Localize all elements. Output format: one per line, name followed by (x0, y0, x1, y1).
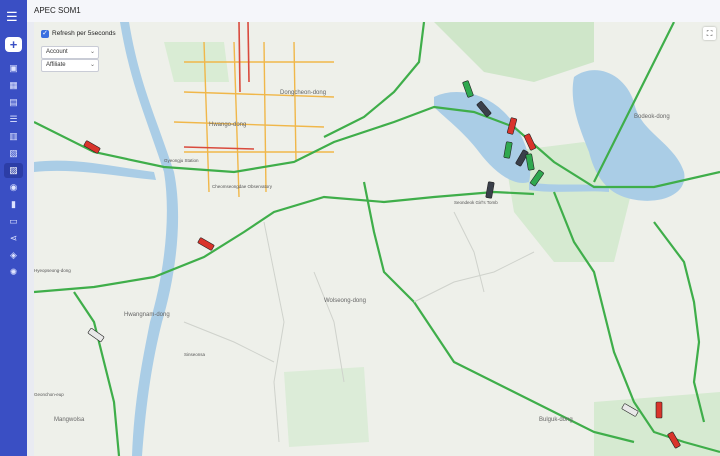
chart-icon[interactable]: ▮ (8, 199, 19, 210)
account-select-value: Account (46, 49, 68, 55)
chevron-down-icon: ⌄ (89, 62, 95, 68)
place-label: Sinseonsa (184, 352, 206, 357)
map-canvas[interactable] (34, 22, 720, 456)
river (34, 160, 156, 180)
place-label: Bulguk-dong (539, 417, 573, 423)
park-area (284, 367, 369, 447)
list-icon[interactable]: ☰ (8, 114, 19, 125)
place-label: Hyeopseong-dong (34, 268, 71, 273)
image-icon[interactable]: ▤ (8, 97, 19, 108)
share-icon[interactable]: ⋖ (8, 233, 19, 244)
place-label: Cheomseongdae Observatory (212, 184, 273, 189)
place-label: Mangwolsa (54, 417, 85, 423)
chevron-down-icon: ⌄ (89, 49, 95, 55)
affiliate-select-value: Affiliate (46, 62, 66, 68)
place-label: Hwangnam-dong (124, 312, 170, 318)
congested-roads (183, 22, 255, 150)
tag-icon[interactable]: ◈ (8, 250, 19, 261)
briefcase-icon[interactable]: ▣ (8, 63, 19, 74)
river (120, 22, 179, 456)
document-icon[interactable]: ▥ (8, 131, 19, 142)
place-label: Geonchon-eup (34, 392, 64, 397)
page-title: APEC SOM1 (34, 6, 81, 15)
place-label: Wolseong-dong (324, 298, 366, 304)
refresh-label: Refresh per 5seconds (52, 30, 116, 37)
refresh-checkbox[interactable]: ✓ (41, 30, 49, 38)
park-area (434, 22, 594, 82)
sidebar: ☰ + ▣ ▦ ▤ ☰ ▥ ▧ ▨ ◉ ▮ ▭ ⋖ ◈ ✺ (0, 0, 27, 456)
hamburger-icon[interactable]: ☰ (6, 10, 18, 23)
account-select[interactable]: Account ⌄ (41, 46, 99, 59)
place-label: Gyeongju Station (164, 158, 199, 163)
vehicle-marker[interactable] (655, 401, 663, 419)
fullscreen-icon[interactable]: ⛶ (703, 27, 716, 40)
plus-icon[interactable]: + (5, 37, 22, 52)
folder-icon[interactable]: ▭ (8, 216, 19, 227)
affiliate-select[interactable]: Affiliate ⌄ (41, 59, 99, 72)
map[interactable]: Gyeongju Station Hwango-dong Cheomseongdae… (34, 22, 720, 456)
settings-icon[interactable]: ✺ (8, 267, 19, 278)
calendar-icon[interactable]: ▧ (8, 148, 19, 159)
map-icon[interactable]: ▨ (4, 163, 23, 178)
place-label: Seondeok Girl's Tomb (454, 200, 498, 205)
users-icon[interactable]: ◉ (8, 182, 19, 193)
grid-icon[interactable]: ▦ (8, 80, 19, 91)
vehicle-marker[interactable] (197, 237, 215, 251)
place-label: Hwango-dong (209, 122, 247, 128)
place-label: Bodeok-dong (634, 114, 670, 120)
place-label: Dongcheon-dong (280, 90, 327, 96)
header: APEC SOM1 (27, 0, 720, 22)
vehicle-marker[interactable] (485, 181, 495, 199)
